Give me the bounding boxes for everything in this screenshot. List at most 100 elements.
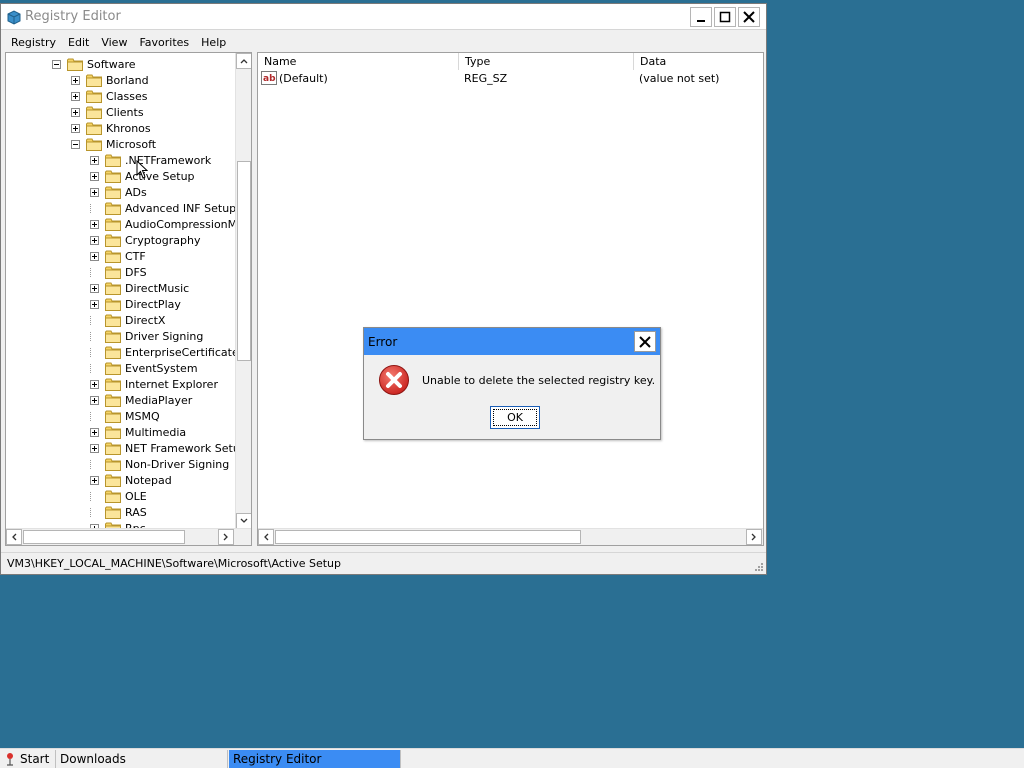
- chevron-left-icon: [264, 533, 269, 541]
- tree-connector: [90, 347, 99, 357]
- list-horizontal-scroll-thumb[interactable]: [275, 530, 581, 544]
- tree-item[interactable]: Internet Explorer: [90, 376, 219, 392]
- expand-plus-icon[interactable]: [90, 235, 99, 245]
- list-horizontal-scrollbar[interactable]: [258, 528, 763, 545]
- column-header-data[interactable]: Data: [634, 53, 763, 70]
- expand-plus-icon[interactable]: [90, 427, 99, 437]
- maximize-icon: [719, 11, 731, 23]
- tree-vertical-scrollbar[interactable]: [235, 53, 251, 529]
- tree-vertical-scroll-thumb[interactable]: [237, 161, 251, 361]
- tree-item[interactable]: DFS: [90, 264, 148, 280]
- ok-button[interactable]: OK: [490, 406, 540, 429]
- expand-plus-icon[interactable]: [90, 155, 99, 165]
- folder-icon: [86, 106, 102, 119]
- tree-item[interactable]: DirectX: [90, 312, 166, 328]
- tree-item[interactable]: MSMQ: [90, 408, 161, 424]
- expand-plus-icon[interactable]: [90, 187, 99, 197]
- folder-icon: [105, 506, 121, 519]
- taskbar-item-registry-editor[interactable]: Registry Editor: [229, 750, 401, 768]
- tree-connector: [90, 331, 99, 341]
- close-button[interactable]: [738, 7, 760, 27]
- value-name: (Default): [279, 72, 328, 85]
- tree-item[interactable]: Notepad: [90, 472, 173, 488]
- tree-item[interactable]: .NETFramework: [90, 152, 212, 168]
- minimize-button[interactable]: [690, 7, 712, 27]
- tree-item[interactable]: NET Framework Setup: [90, 440, 236, 456]
- tree-item[interactable]: Multimedia: [90, 424, 187, 440]
- start-icon: [7, 753, 13, 766]
- dialog-close-button[interactable]: [634, 331, 656, 352]
- column-header-type[interactable]: Type: [459, 53, 634, 70]
- tree-item[interactable]: Khronos: [71, 120, 152, 136]
- tree-item[interactable]: Microsoft: [71, 136, 157, 152]
- expand-plus-icon[interactable]: [90, 283, 99, 293]
- window-title: Registry Editor: [25, 9, 121, 24]
- tree-item-label: NET Framework Setup: [125, 441, 236, 455]
- tree-item[interactable]: EventSystem: [90, 360, 199, 376]
- expand-plus-icon[interactable]: [90, 395, 99, 405]
- tree-item[interactable]: ADs: [90, 184, 148, 200]
- menu-view[interactable]: View: [95, 34, 133, 51]
- resize-grip-icon[interactable]: [753, 561, 763, 571]
- expand-plus-icon[interactable]: [71, 123, 80, 133]
- column-header-name[interactable]: Name: [258, 53, 459, 70]
- collapse-minus-icon[interactable]: [52, 59, 61, 69]
- tree-item[interactable]: CTF: [90, 248, 147, 264]
- tree-item[interactable]: AudioCompressionMana: [90, 216, 236, 232]
- expand-plus-icon[interactable]: [90, 251, 99, 261]
- tree-connector: [90, 267, 99, 277]
- title-bar[interactable]: Registry Editor: [1, 4, 766, 30]
- tree-item[interactable]: MediaPlayer: [90, 392, 193, 408]
- tree-item[interactable]: Non-Driver Signing: [90, 456, 230, 472]
- tree-item[interactable]: Borland: [71, 72, 150, 88]
- tree-item[interactable]: Driver Signing: [90, 328, 204, 344]
- menu-favorites[interactable]: Favorites: [133, 34, 195, 51]
- tree-item[interactable]: Cryptography: [90, 232, 201, 248]
- tree-item-label: ADs: [125, 185, 147, 199]
- scroll-left-button[interactable]: [6, 529, 22, 545]
- list-item[interactable]: ab (Default) REG_SZ (value not set): [258, 71, 763, 87]
- expand-plus-icon[interactable]: [90, 475, 99, 485]
- menu-edit[interactable]: Edit: [62, 34, 95, 51]
- tree-item[interactable]: DirectPlay: [90, 296, 182, 312]
- taskbar-item-downloads[interactable]: Downloads: [56, 750, 228, 768]
- expand-plus-icon[interactable]: [90, 299, 99, 309]
- values-list-pane[interactable]: Name Type Data ab (Default) REG_SZ (valu…: [257, 52, 764, 546]
- expand-plus-icon[interactable]: [90, 219, 99, 229]
- scroll-right-button[interactable]: [218, 529, 234, 545]
- expand-plus-icon[interactable]: [71, 75, 80, 85]
- tree-item[interactable]: Software: [52, 56, 137, 72]
- list-scroll-right-button[interactable]: [746, 529, 762, 545]
- maximize-button[interactable]: [714, 7, 736, 27]
- tree-item[interactable]: Classes: [71, 88, 148, 104]
- expand-plus-icon[interactable]: [71, 107, 80, 117]
- tree-horizontal-scrollbar[interactable]: [6, 528, 251, 545]
- tree-item[interactable]: RAS: [90, 504, 148, 520]
- collapse-minus-icon[interactable]: [71, 139, 80, 149]
- folder-icon: [105, 250, 121, 263]
- tree-item[interactable]: EnterpriseCertificates: [90, 344, 236, 360]
- start-button[interactable]: Start: [0, 750, 56, 768]
- scroll-down-button[interactable]: [236, 513, 251, 529]
- tree-item[interactable]: OLE: [90, 488, 148, 504]
- dialog-title-bar[interactable]: Error: [364, 328, 660, 355]
- expand-plus-icon[interactable]: [90, 443, 99, 453]
- list-scroll-left-button[interactable]: [258, 529, 274, 545]
- expand-plus-icon[interactable]: [71, 91, 80, 101]
- tree-item[interactable]: Advanced INF Setup: [90, 200, 236, 216]
- scroll-up-button[interactable]: [236, 53, 251, 69]
- tree-item[interactable]: DirectMusic: [90, 280, 190, 296]
- menu-help[interactable]: Help: [195, 34, 232, 51]
- tree-item[interactable]: Clients: [71, 104, 145, 120]
- menu-bar: Registry Edit View Favorites Help: [1, 32, 766, 52]
- expand-plus-icon[interactable]: [90, 171, 99, 181]
- menu-registry[interactable]: Registry: [5, 34, 62, 51]
- folder-icon: [86, 74, 102, 87]
- folder-icon: [105, 298, 121, 311]
- tree-item-label: EnterpriseCertificates: [125, 345, 236, 359]
- key-tree-pane[interactable]: Software Borland Classes Clients Khronos Micr…: [5, 52, 252, 546]
- tree-item-label: Multimedia: [125, 425, 187, 439]
- folder-icon: [105, 330, 121, 343]
- tree-horizontal-scroll-thumb[interactable]: [23, 530, 185, 544]
- expand-plus-icon[interactable]: [90, 379, 99, 389]
